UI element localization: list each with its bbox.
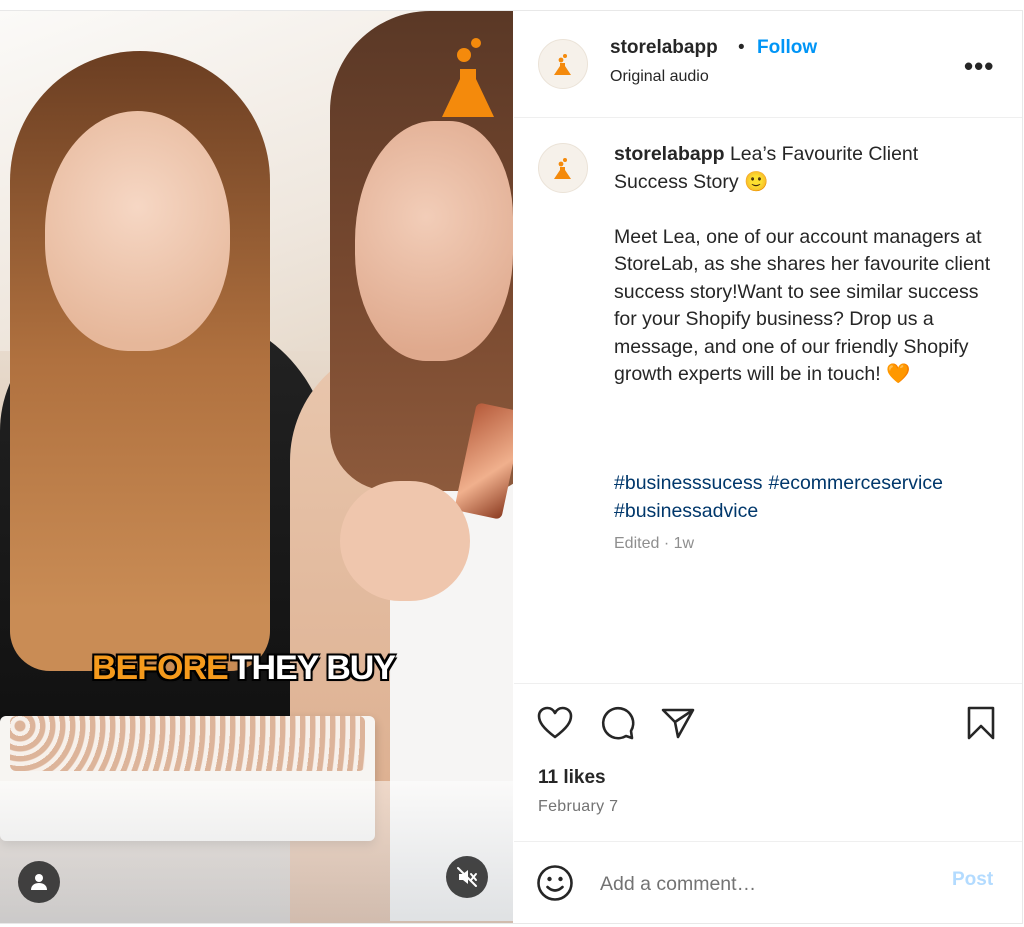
header-username[interactable]: storelabapp — [610, 37, 718, 59]
likes-count[interactable]: 11 likes — [538, 767, 606, 789]
mute-toggle-button[interactable] — [446, 856, 488, 898]
follow-button[interactable]: Follow — [757, 37, 817, 59]
comment-bar: Post — [514, 841, 1022, 924]
flask-icon — [554, 158, 571, 179]
woman-left-face — [45, 111, 230, 351]
comment-button[interactable] — [598, 704, 636, 742]
rings-display — [10, 716, 365, 771]
post-date[interactable]: February 7 — [538, 798, 618, 816]
post-caption: storelabapp Lea’s Favourite Client Succe… — [614, 141, 994, 389]
hand — [340, 481, 470, 601]
instagram-post: BEFORE THEY BUY storelabapp • Follow Ori… — [0, 10, 1023, 924]
action-bar — [514, 683, 1022, 740]
separator-dot: • — [738, 37, 745, 58]
woman-right-face — [355, 121, 513, 361]
bookmark-icon — [967, 706, 995, 740]
emoji-button[interactable] — [536, 864, 574, 902]
hashtag-link[interactable]: #businesssucess — [614, 472, 763, 494]
comment-icon — [601, 706, 635, 740]
share-icon — [661, 708, 695, 739]
more-options-icon[interactable]: ••• — [964, 51, 994, 82]
user-icon — [31, 874, 47, 890]
hashtag-link[interactable]: #ecommerceservice — [769, 472, 943, 494]
audio-label[interactable]: Original audio — [610, 68, 709, 86]
post-comment-button[interactable]: Post — [952, 869, 993, 891]
smiley-icon — [537, 865, 573, 901]
video-overlay-text: BEFORE THEY BUY — [92, 649, 396, 688]
post-details-panel: storelabapp • Follow Original audio ••• … — [514, 11, 1022, 923]
comment-input[interactable] — [598, 868, 932, 900]
like-button[interactable] — [536, 704, 574, 742]
hashtag-link[interactable]: #businessadvice — [614, 500, 758, 522]
avatar[interactable] — [538, 39, 588, 89]
glass-counter — [0, 781, 513, 923]
post-header: storelabapp • Follow Original audio ••• — [514, 11, 1022, 118]
caption-avatar[interactable] — [538, 143, 588, 193]
caption-username[interactable]: storelabapp — [614, 143, 725, 165]
volume-muted-icon — [457, 867, 477, 887]
tagged-users-button[interactable] — [18, 861, 60, 903]
overlay-highlight-word: BEFORE — [92, 649, 229, 687]
hashtags: #businesssucess #ecommerceservice #busine… — [614, 469, 1004, 525]
heart-icon — [537, 706, 573, 739]
overlay-rest-words: THEY BUY — [231, 649, 396, 687]
save-button[interactable] — [962, 704, 1000, 742]
caption-meta: Edited · 1w — [614, 535, 695, 552]
share-button[interactable] — [659, 704, 697, 742]
flask-icon — [438, 29, 498, 121]
caption-body: Meet Lea, one of our account managers at… — [614, 225, 991, 386]
post-media-video[interactable]: BEFORE THEY BUY — [0, 11, 513, 923]
flask-icon — [554, 54, 571, 75]
